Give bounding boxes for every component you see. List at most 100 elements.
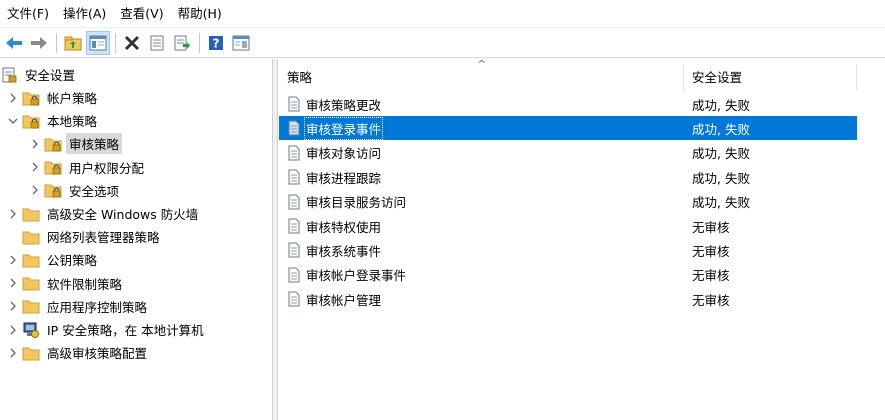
ip-security-icon bbox=[22, 322, 40, 338]
tree-item-label: 审核策略 bbox=[66, 133, 123, 155]
column-header-setting[interactable]: 安全设置 bbox=[684, 63, 857, 91]
folder-icon bbox=[22, 229, 40, 245]
column-label-policy: 策略 bbox=[287, 70, 313, 85]
policy-document-icon bbox=[286, 145, 302, 161]
locked-folder-icon bbox=[22, 113, 40, 129]
policy-name: 审核策略更改 bbox=[306, 97, 382, 113]
forward-arrow-icon bbox=[31, 36, 47, 49]
console-view-button[interactable] bbox=[229, 31, 253, 55]
tree-item-label: 用户权限分配 bbox=[69, 160, 145, 176]
policy-document-icon bbox=[286, 218, 302, 234]
policy-name: 审核系统事件 bbox=[306, 243, 382, 259]
tree-item[interactable]: 公钥策略 bbox=[0, 248, 100, 271]
policy-name: 审核对象访问 bbox=[306, 146, 382, 162]
show-hide-tree-button[interactable] bbox=[86, 30, 110, 55]
tree-item-label: 本地策略 bbox=[47, 114, 98, 130]
chevron-right-icon[interactable] bbox=[6, 207, 20, 221]
policy-name: 审核特权使用 bbox=[306, 219, 382, 235]
properties-icon bbox=[150, 35, 164, 50]
policy-row[interactable]: 审核特权使用 无审核 bbox=[279, 214, 857, 238]
policy-setting: 成功, 失败 bbox=[692, 195, 750, 211]
chevron-right-icon[interactable] bbox=[28, 137, 42, 151]
chevron-right-icon[interactable] bbox=[6, 253, 20, 267]
policy-setting: 成功, 失败 bbox=[692, 170, 750, 186]
policy-setting: 成功, 失败 bbox=[692, 97, 750, 113]
folder-icon bbox=[22, 345, 40, 361]
locked-folder-icon bbox=[44, 159, 62, 175]
chevron-down-icon[interactable] bbox=[6, 114, 20, 128]
policy-setting: 成功, 失败 bbox=[692, 121, 750, 137]
policy-document-icon bbox=[286, 169, 302, 185]
policy-row[interactable]: 审核对象访问 成功, 失败 bbox=[279, 141, 857, 165]
chevron-right-icon[interactable] bbox=[28, 160, 42, 174]
tree-item[interactable]: 审核策略 bbox=[22, 132, 123, 155]
chevron-right-icon[interactable] bbox=[6, 91, 20, 105]
policy-document-icon bbox=[286, 120, 302, 136]
toolbar-separator bbox=[199, 32, 200, 53]
back-button[interactable] bbox=[2, 31, 26, 55]
forward-button[interactable] bbox=[27, 31, 51, 55]
policy-row[interactable]: 审核策略更改 成功, 失败 bbox=[279, 92, 857, 116]
menu-file[interactable]: 文件(F) bbox=[0, 0, 56, 28]
tree-item-label: 帐户策略 bbox=[47, 91, 98, 106]
policy-setting: 无审核 bbox=[692, 219, 730, 235]
menu-action[interactable]: 操作(A) bbox=[56, 0, 113, 28]
policy-name: 审核进程跟踪 bbox=[306, 170, 382, 186]
menu-view[interactable]: 查看(V) bbox=[113, 0, 170, 28]
menu-help[interactable]: 帮助(H) bbox=[171, 0, 229, 28]
list-header: 策略 ^ 安全设置 bbox=[279, 59, 885, 91]
tree-item[interactable]: 网络列表管理器策略 bbox=[0, 225, 163, 248]
tree-item[interactable]: 高级安全 Windows 防火墙 bbox=[0, 202, 201, 225]
chevron-right-icon[interactable] bbox=[6, 323, 20, 337]
chevron-right-icon[interactable] bbox=[6, 346, 20, 360]
policy-row[interactable]: 审核登录事件 成功, 失败 bbox=[279, 116, 857, 141]
chevron-right-icon[interactable] bbox=[6, 276, 20, 290]
policy-row[interactable]: 审核帐户管理 无审核 bbox=[279, 287, 857, 311]
tree-item[interactable]: 用户权限分配 bbox=[22, 156, 147, 179]
policy-row[interactable]: 审核目录服务访问 成功, 失败 bbox=[279, 190, 857, 214]
locked-folder-icon bbox=[22, 90, 40, 106]
toolbar-separator bbox=[56, 32, 57, 53]
up-level-button[interactable] bbox=[61, 31, 85, 55]
toolbar: ? bbox=[0, 28, 885, 58]
chevron-right-icon[interactable] bbox=[6, 299, 20, 313]
delete-button[interactable] bbox=[120, 31, 144, 55]
policy-document-icon bbox=[286, 194, 302, 210]
chevron-right-icon[interactable] bbox=[28, 183, 42, 197]
policy-row[interactable]: 审核帐户登录事件 无审核 bbox=[279, 263, 857, 287]
delete-icon bbox=[124, 35, 140, 50]
tree-item[interactable]: 帐户策略 bbox=[0, 86, 100, 109]
console-view-icon bbox=[232, 35, 250, 50]
tree-item[interactable]: IP 安全策略，在 本地计算机 bbox=[0, 318, 207, 341]
tree-item[interactable]: 安全选项 bbox=[22, 179, 122, 202]
tree-item[interactable]: 高级审核策略配置 bbox=[0, 341, 150, 364]
policy-name: 审核登录事件 bbox=[303, 116, 384, 140]
help-icon: ? bbox=[209, 35, 223, 50]
policy-name: 审核帐户登录事件 bbox=[306, 268, 407, 284]
folder-icon bbox=[22, 252, 40, 268]
properties-button[interactable] bbox=[145, 31, 169, 55]
policy-row[interactable]: 审核系统事件 无审核 bbox=[279, 238, 857, 262]
export-list-icon bbox=[174, 35, 190, 50]
pane-splitter[interactable] bbox=[273, 59, 278, 420]
folder-icon bbox=[22, 206, 40, 222]
policy-setting: 无审核 bbox=[692, 243, 730, 259]
show-hide-tree-icon bbox=[89, 35, 107, 50]
policy-document-icon bbox=[286, 242, 302, 258]
tree-item[interactable]: 应用程序控制策略 bbox=[0, 295, 150, 318]
tree-root[interactable]: 安全设置 bbox=[0, 63, 78, 86]
policy-row[interactable]: 审核进程跟踪 成功, 失败 bbox=[279, 165, 857, 189]
tree-item-label: 高级安全 Windows 防火墙 bbox=[47, 207, 199, 222]
policy-setting: 成功, 失败 bbox=[692, 146, 750, 162]
menu-bar: 文件(F) 操作(A) 查看(V) 帮助(H) bbox=[0, 0, 885, 28]
tree-item-label: 安全选项 bbox=[69, 183, 120, 199]
column-header-policy[interactable]: 策略 ^ bbox=[279, 59, 684, 91]
tree-item[interactable]: 软件限制策略 bbox=[0, 272, 125, 295]
tree-item[interactable]: 本地策略 bbox=[0, 109, 100, 132]
tree-item-label: 安全设置 bbox=[25, 68, 76, 83]
sort-ascending-icon: ^ bbox=[477, 58, 487, 71]
tree-item-label: 应用程序控制策略 bbox=[47, 299, 148, 315]
policy-setting: 无审核 bbox=[692, 292, 730, 308]
export-list-button[interactable] bbox=[170, 31, 194, 55]
help-button[interactable]: ? bbox=[204, 31, 228, 55]
